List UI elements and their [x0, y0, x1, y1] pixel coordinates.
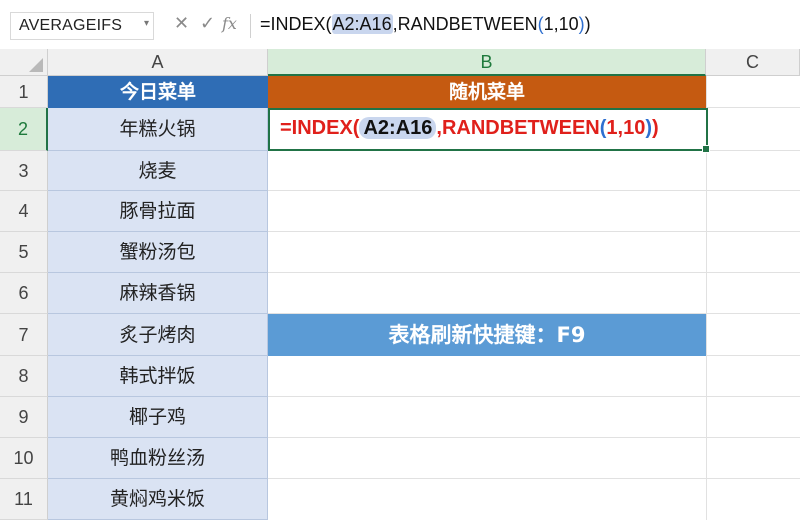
chevron-down-icon[interactable]: ▾	[144, 18, 149, 29]
select-all-triangle-icon	[29, 58, 43, 72]
row-header-7[interactable]: 7	[0, 314, 48, 356]
enter-icon[interactable]: ✓	[200, 13, 215, 34]
cell-formula-prefix: =INDEX(	[280, 117, 360, 139]
gridline	[268, 478, 800, 479]
row-header-1[interactable]: 1	[0, 76, 48, 108]
cell-a10[interactable]: 鸭血粉丝汤	[48, 438, 268, 479]
formula-text-prefix: =INDEX(	[260, 14, 332, 34]
cell-formula-mid: ,RANDBETWEEN	[436, 117, 600, 139]
row-header-2[interactable]: 2	[0, 108, 48, 151]
row-header-11[interactable]: 11	[0, 479, 48, 520]
shortcut-banner: 表格刷新快捷键：F9	[268, 314, 706, 356]
cell-formula-args: 1,10	[606, 117, 646, 139]
column-header-c[interactable]: C	[706, 49, 800, 76]
gridline	[268, 437, 800, 438]
row-header-6[interactable]: 6	[0, 273, 48, 314]
gridline	[706, 150, 800, 151]
cell-a2[interactable]: 年糕火锅	[48, 108, 268, 151]
row-header-3[interactable]: 3	[0, 151, 48, 191]
row-header-10[interactable]: 10	[0, 438, 48, 479]
gridline	[706, 107, 800, 108]
row-header-8[interactable]: 8	[0, 356, 48, 397]
cell-b1-header[interactable]: 随机菜单	[268, 76, 706, 108]
row-header-5[interactable]: 5	[0, 232, 48, 273]
cell-a5[interactable]: 蟹粉汤包	[48, 232, 268, 273]
row-header-4[interactable]: 4	[0, 191, 48, 232]
cell-formula-paren-close-outer: )	[652, 117, 659, 139]
formula-paren-close-outer: )	[584, 14, 591, 34]
cancel-icon[interactable]: ✕	[174, 13, 189, 34]
formula-bar: AVERAGEIFS ▾ ✕ ✓ fx =INDEX(A2:A16,RANDBE…	[0, 0, 800, 49]
cell-a9[interactable]: 椰子鸡	[48, 397, 268, 438]
select-all-corner[interactable]	[0, 49, 48, 76]
name-box[interactable]: AVERAGEIFS ▾	[10, 12, 154, 40]
formula-bar-separator	[250, 14, 251, 38]
cell-formula-range: A2:A16	[359, 117, 437, 139]
active-cell-b2[interactable]: =INDEX(A2:A16 ,RANDBETWEEN(1,10))	[268, 108, 710, 153]
cell-a11[interactable]: 黄焖鸡米饭	[48, 479, 268, 520]
gridline	[268, 272, 800, 273]
gridline	[268, 190, 800, 191]
cell-formula-text: =INDEX(A2:A16 ,RANDBETWEEN(1,10))	[280, 117, 659, 140]
cell-formula-paren-close-inner: )	[645, 117, 653, 139]
column-header-a[interactable]: A	[48, 49, 268, 76]
cell-a1-header[interactable]: 今日菜单	[48, 76, 268, 108]
insert-function-icon[interactable]: fx	[222, 14, 237, 33]
formula-input[interactable]: =INDEX(A2:A16,RANDBETWEEN(1,10))	[260, 14, 591, 35]
cell-a4[interactable]: 豚骨拉面	[48, 191, 268, 232]
gridline	[268, 396, 800, 397]
cell-a3[interactable]: 烧麦	[48, 151, 268, 191]
column-header-b[interactable]: B	[268, 49, 706, 76]
gridline	[268, 231, 800, 232]
formula-args: 1,10	[543, 14, 579, 34]
cell-a7[interactable]: 炙子烤肉	[48, 314, 268, 356]
row-header-9[interactable]: 9	[0, 397, 48, 438]
gridline	[706, 355, 800, 356]
fill-handle[interactable]	[702, 145, 710, 153]
cell-a8[interactable]: 韩式拌饭	[48, 356, 268, 397]
name-box-text: AVERAGEIFS	[19, 17, 123, 34]
formula-text-mid: ,RANDBETWEEN	[392, 14, 538, 34]
cell-a6[interactable]: 麻辣香锅	[48, 273, 268, 314]
formula-range-ref: A2:A16	[331, 14, 393, 34]
